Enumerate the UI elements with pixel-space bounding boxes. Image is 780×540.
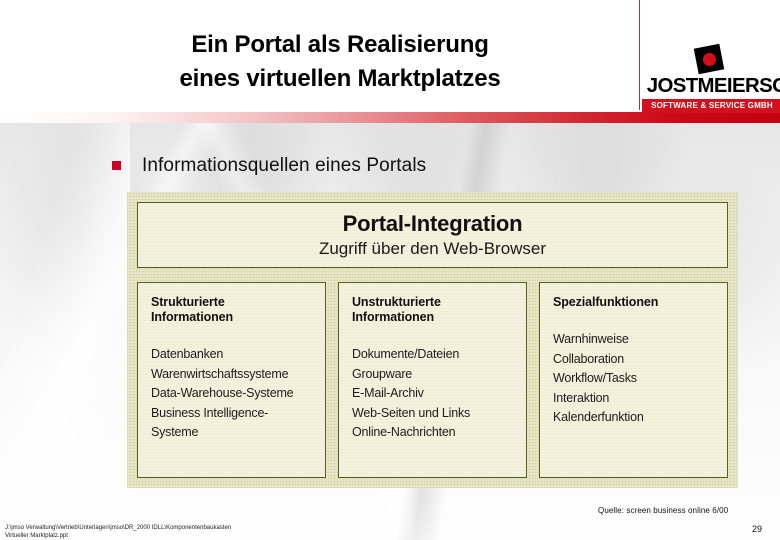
slide-title-line-2: eines virtuellen Marktplatzes: [179, 65, 501, 92]
header-red-gradient-rule: [0, 112, 780, 123]
column-unstrukturierte-informationen: Unstrukturierte Informationen Dokumente/…: [338, 282, 527, 478]
slide-title-line-1: Ein Portal als Realisierung: [191, 31, 489, 58]
column-item: Warenwirtschaftssysteme: [151, 366, 289, 381]
column-item: Kalenderfunktion: [553, 410, 644, 424]
background-watermark-highlight: [0, 122, 130, 540]
logo-wordmark: JOSTMEIERSOFT: [646, 75, 780, 97]
slide: Ein Portal als Realisierung eines virtue…: [0, 0, 780, 540]
column-item: Online-Nachrichten: [352, 425, 456, 439]
column-item: Collaboration: [553, 351, 625, 366]
column-item: Business Intelligence-: [151, 405, 269, 420]
column-item: Datenbanken: [151, 347, 224, 361]
column-item: Groupware: [352, 366, 413, 381]
logo-circle-icon: [703, 53, 716, 66]
column-item: Workflow/Tasks: [553, 371, 637, 385]
column-item: Systeme: [151, 425, 199, 439]
page-number: 29: [752, 524, 763, 534]
slide-title: Ein Portal als Realisierung eines virtue…: [60, 28, 620, 96]
footer-file-path-line-1: J:\jmso Verwaltung\Vertrieb\Unterlagen\j…: [5, 525, 232, 531]
footer-file-path: J:\jmso Verwaltung\Vertrieb\Unterlagen\j…: [5, 525, 231, 540]
column-heading: Strukturierte Informationen: [151, 295, 234, 324]
column-item: E-Mail-Archiv: [352, 386, 424, 400]
bullet-label: Informationsquellen eines Portals: [142, 155, 427, 176]
portal-integration-figure: Portal-Integration Zugriff über den Web-…: [127, 192, 738, 488]
column-item: Web-Seiten und Links: [352, 405, 471, 420]
logo-tagline: SOFTWARE & SERVICE GMBH: [651, 101, 773, 110]
column-item: Interaktion: [553, 390, 610, 405]
column-heading: Unstrukturierte Informationen: [352, 295, 441, 324]
bullet-square-icon: [112, 161, 121, 170]
column-item: Data-Warehouse-Systeme: [151, 386, 294, 400]
footer-file-path-line-2: Virtueller Marktplatz.ppt: [5, 532, 68, 539]
portal-integration-title: Portal-Integration: [342, 210, 523, 236]
portal-integration-subtitle: Zugriff über den Web-Browser: [318, 238, 547, 258]
figure-source-credit: Quelle: screen business online 6/00: [598, 506, 729, 515]
column-item: Warnhinweise: [553, 332, 629, 346]
header-vertical-divider: [639, 0, 640, 110]
column-heading: Spezialfunktionen: [553, 295, 659, 309]
column-item-list: Warnhinweise Collaboration Workflow/Task…: [553, 330, 716, 428]
source-columns: Strukturierte Informationen Datenbanken …: [137, 282, 728, 478]
bullet-item: Informationsquellen eines Portals: [112, 154, 426, 177]
portal-integration-panel: Portal-Integration Zugriff über den Web-…: [137, 202, 728, 268]
column-item: Dokumente/Dateien: [352, 347, 460, 361]
column-strukturierte-informationen: Strukturierte Informationen Datenbanken …: [137, 282, 326, 478]
column-item-list: Dokumente/Dateien Groupware E-Mail-Archi…: [352, 345, 515, 443]
column-item-list: Datenbanken Warenwirtschaftssysteme Data…: [151, 345, 314, 443]
column-spezialfunktionen: Spezialfunktionen Warnhinweise Collabora…: [539, 282, 728, 478]
